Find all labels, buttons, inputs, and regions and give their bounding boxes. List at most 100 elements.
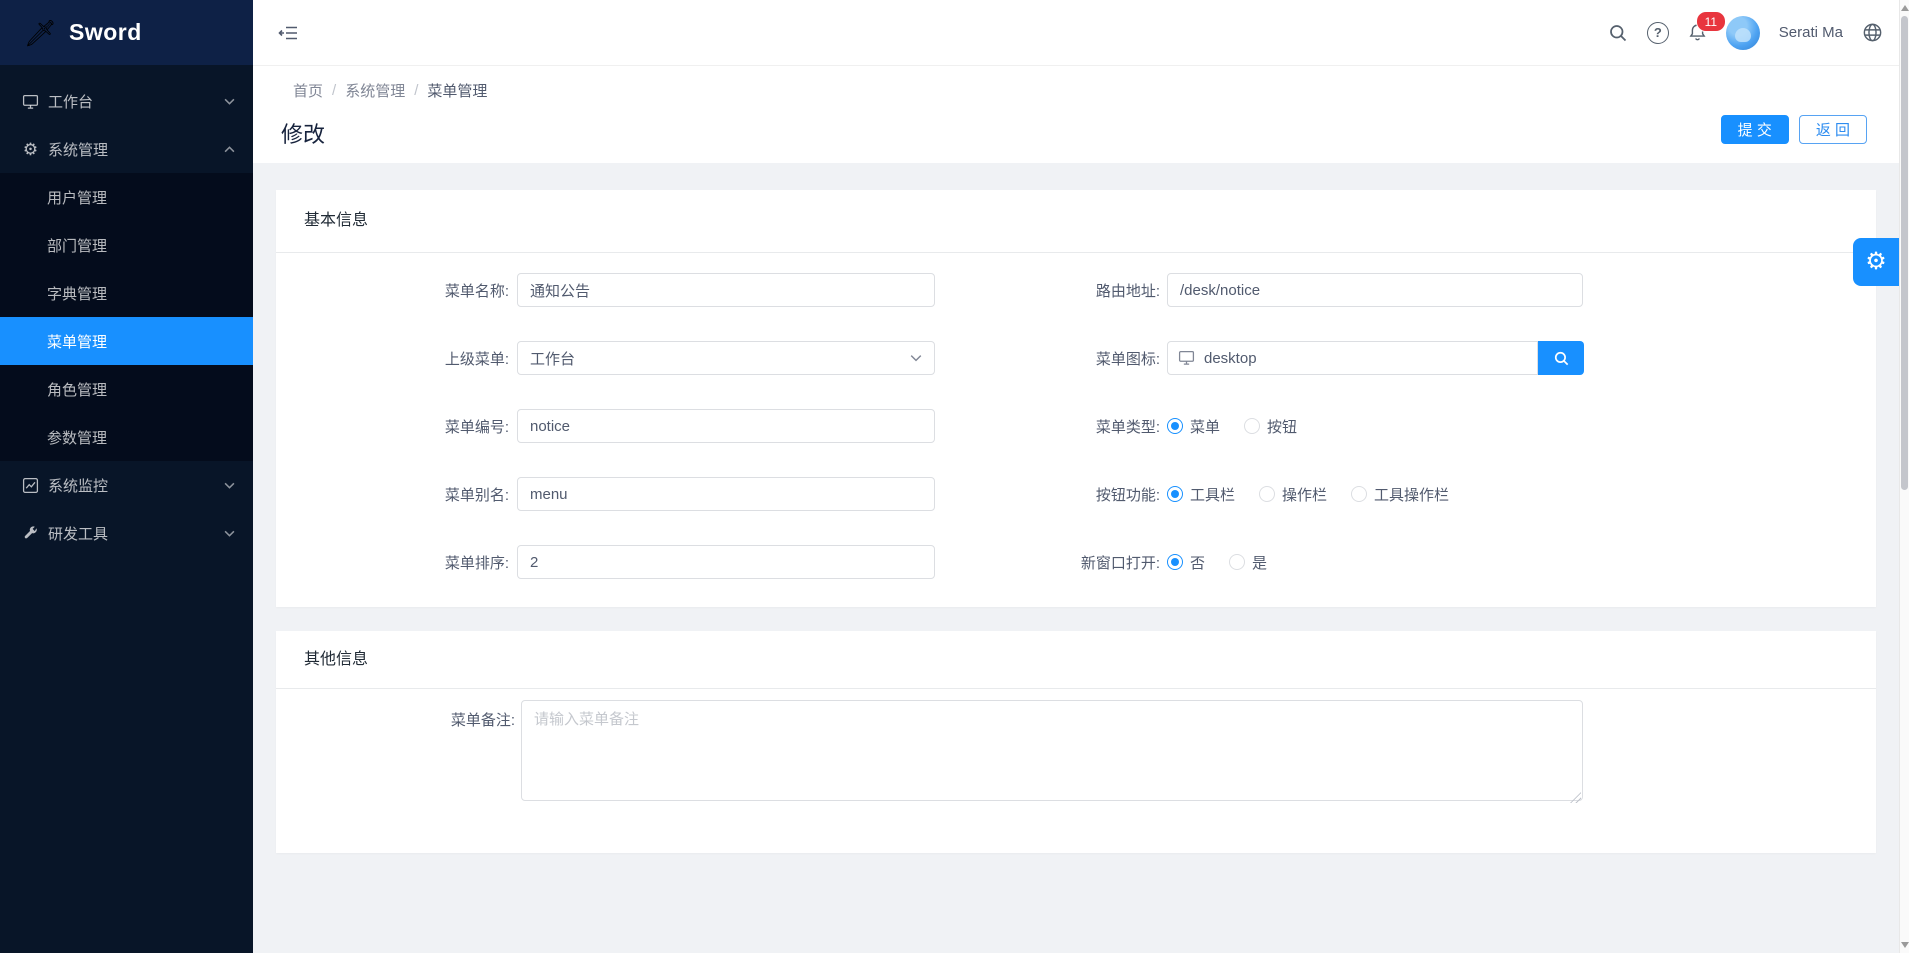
sidebar-item-menu-mgmt[interactable]: 菜单管理 xyxy=(0,317,253,365)
monitor-icon xyxy=(1178,349,1195,366)
scrollbar-thumb[interactable] xyxy=(1901,16,1908,490)
page-header: 首页 / 系统管理 / 菜单管理 修改 提 交 返 回 xyxy=(253,66,1899,163)
sidebar-item-role-mgmt[interactable]: 角色管理 xyxy=(0,365,253,413)
menu-icon-field xyxy=(1167,341,1584,375)
sidebar-item-label: 工作台 xyxy=(48,91,93,112)
menu-code-label: 菜单编号: xyxy=(276,416,517,437)
radio-circle xyxy=(1167,418,1183,434)
menu-sort-label: 菜单排序: xyxy=(276,552,517,573)
sidebar-item-system-mgmt[interactable]: ⚙ 系统管理 xyxy=(0,125,253,173)
radio-circle xyxy=(1259,486,1275,502)
radio-action-toolbar[interactable]: 工具栏 xyxy=(1167,484,1235,505)
sidebar-item-label: 角色管理 xyxy=(47,379,107,400)
sidebar-menu: 工作台 ⚙ 系统管理 用户管理 部门管理 字典管理 菜单管理 角色管理 参数管理 xyxy=(0,65,253,557)
sidebar-item-param-mgmt[interactable]: 参数管理 xyxy=(0,413,253,461)
theme-settings-button[interactable]: ⚙ xyxy=(1853,238,1899,286)
sidebar-item-dev-tools[interactable]: 研发工具 xyxy=(0,509,253,557)
sidebar-item-label: 部门管理 xyxy=(47,235,107,256)
radio-circle xyxy=(1351,486,1367,502)
wrench-icon xyxy=(22,525,39,542)
radio-new-window-yes[interactable]: 是 xyxy=(1229,552,1267,573)
form-row-menu-code: 菜单编号: xyxy=(276,409,935,443)
menu-icon-input[interactable] xyxy=(1167,341,1538,375)
sidebar-submenu-system: 用户管理 部门管理 字典管理 菜单管理 角色管理 参数管理 xyxy=(0,173,253,461)
back-button[interactable]: 返 回 xyxy=(1799,115,1867,144)
form-row-route: 路由地址: xyxy=(983,273,1876,307)
collapse-sidebar-icon[interactable] xyxy=(278,23,299,43)
radio-action-rowbar[interactable]: 操作栏 xyxy=(1259,484,1327,505)
sidebar-item-label: 字典管理 xyxy=(47,283,107,304)
chevron-down-icon xyxy=(224,530,235,537)
top-navbar: ? 11 Serati Ma xyxy=(253,0,1899,66)
breadcrumb-current: 菜单管理 xyxy=(427,80,487,101)
sidebar-item-dept-mgmt[interactable]: 部门管理 xyxy=(0,221,253,269)
radio-circle xyxy=(1229,554,1245,570)
menu-alias-label: 菜单别名: xyxy=(276,484,517,505)
help-icon[interactable]: ? xyxy=(1647,22,1669,44)
page-title: 修改 xyxy=(281,117,325,149)
parent-menu-label: 上级菜单: xyxy=(276,348,517,369)
parent-menu-select[interactable]: 工作台 xyxy=(517,341,935,375)
logo[interactable]: 🗡 Sword xyxy=(0,0,253,65)
sidebar: 🗡 Sword 工作台 ⚙ 系统管理 用户管理 xyxy=(0,0,253,953)
header-buttons: 提 交 返 回 xyxy=(1721,115,1867,144)
basic-info-card: 基本信息 菜单名称: 路由地址: 上级菜单: 工作台 菜单图标: xyxy=(276,190,1876,607)
other-info-card: 其他信息 菜单备注: xyxy=(276,631,1876,853)
sidebar-item-label: 用户管理 xyxy=(47,187,107,208)
remark-textarea[interactable] xyxy=(521,700,1583,801)
sidebar-item-user-mgmt[interactable]: 用户管理 xyxy=(0,173,253,221)
search-icon[interactable] xyxy=(1608,23,1628,43)
new-window-radio-group: 否 是 xyxy=(1167,552,1291,573)
menu-alias-input[interactable] xyxy=(517,477,935,511)
submit-button[interactable]: 提 交 xyxy=(1721,115,1789,144)
chevron-down-icon xyxy=(224,98,235,105)
form-row-menu-type: 菜单类型: 菜单 按钮 xyxy=(983,409,1876,443)
chevron-down-icon xyxy=(224,482,235,489)
menu-name-input[interactable] xyxy=(517,273,935,307)
user-avatar[interactable] xyxy=(1726,16,1760,50)
button-action-label: 按钮功能: xyxy=(983,484,1167,505)
scroll-down-arrow-icon[interactable] xyxy=(1901,942,1909,948)
scroll-up-arrow-icon[interactable] xyxy=(1901,5,1909,11)
route-input[interactable] xyxy=(1167,273,1583,307)
notifications-bell-icon[interactable]: 11 xyxy=(1688,23,1707,42)
form-row-remark: 菜单备注: xyxy=(276,700,1876,806)
menu-sort-input[interactable] xyxy=(517,545,935,579)
sidebar-item-label: 菜单管理 xyxy=(47,331,107,352)
chevron-down-icon xyxy=(910,354,922,362)
breadcrumb-separator: / xyxy=(332,82,336,99)
menu-name-label: 菜单名称: xyxy=(276,280,517,301)
sidebar-item-dict-mgmt[interactable]: 字典管理 xyxy=(0,269,253,317)
sidebar-item-label: 研发工具 xyxy=(48,523,108,544)
sidebar-item-system-monitor[interactable]: 系统监控 xyxy=(0,461,253,509)
menu-code-input[interactable] xyxy=(517,409,935,443)
remark-label: 菜单备注: xyxy=(276,700,521,730)
gear-icon: ⚙ xyxy=(22,141,39,158)
breadcrumb-home[interactable]: 首页 xyxy=(293,80,323,101)
radio-circle xyxy=(1244,418,1260,434)
radio-new-window-no[interactable]: 否 xyxy=(1167,552,1205,573)
radio-menu-type-button[interactable]: 按钮 xyxy=(1244,416,1297,437)
notification-badge: 11 xyxy=(1696,11,1726,32)
dagger-icon: 🗡 xyxy=(24,20,57,46)
sidebar-item-label: 系统管理 xyxy=(48,139,108,160)
form-row-menu-name: 菜单名称: xyxy=(276,273,935,307)
button-action-radio-group: 工具栏 操作栏 工具操作栏 xyxy=(1167,484,1473,505)
radio-menu-type-menu[interactable]: 菜单 xyxy=(1167,416,1220,437)
icon-search-button[interactable] xyxy=(1538,341,1584,375)
language-globe-icon[interactable] xyxy=(1862,22,1883,43)
vertical-scrollbar[interactable] xyxy=(1899,0,1909,953)
line-chart-icon xyxy=(22,477,39,494)
form-row-new-window: 新窗口打开: 否 是 xyxy=(983,545,1876,579)
user-name[interactable]: Serati Ma xyxy=(1779,24,1843,41)
menu-type-label: 菜单类型: xyxy=(983,416,1167,437)
parent-menu-value: 工作台 xyxy=(530,348,910,369)
radio-action-both[interactable]: 工具操作栏 xyxy=(1351,484,1449,505)
menu-icon-label: 菜单图标: xyxy=(983,348,1167,369)
chevron-up-icon xyxy=(224,146,235,153)
app-window: 🗡 Sword 工作台 ⚙ 系统管理 用户管理 xyxy=(0,0,1909,953)
form-row-button-action: 按钮功能: 工具栏 操作栏 工具操作栏 xyxy=(983,477,1876,511)
sidebar-item-workbench[interactable]: 工作台 xyxy=(0,77,253,125)
breadcrumb-system[interactable]: 系统管理 xyxy=(345,80,405,101)
radio-circle xyxy=(1167,486,1183,502)
